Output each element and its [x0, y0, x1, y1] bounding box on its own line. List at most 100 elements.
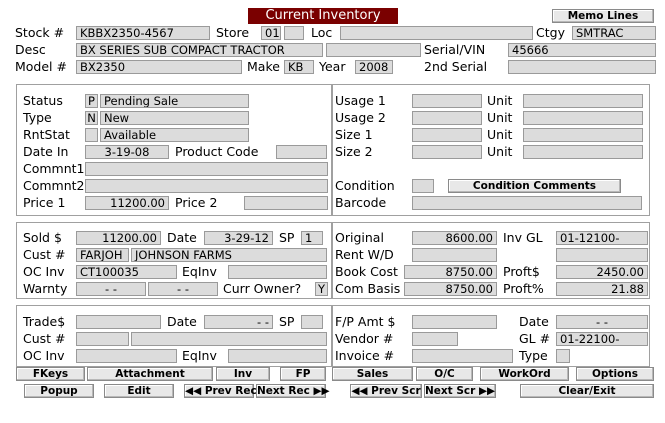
attachment-button[interactable]: Attachment — [87, 367, 213, 381]
trade-sp-field[interactable] — [301, 315, 323, 329]
model-field[interactable]: BX2350 — [76, 60, 242, 74]
usage1-unit-field[interactable] — [523, 94, 643, 108]
barcode-field[interactable] — [412, 196, 642, 210]
double-right-triangle-icon: ▶▶ — [313, 385, 330, 397]
rentwd-field[interactable] — [412, 248, 497, 262]
fp-type-field[interactable] — [556, 349, 570, 363]
cust-code-field[interactable]: FARJOH — [76, 248, 129, 262]
prev-rec-button[interactable]: ◀◀ Prev Rec — [184, 384, 257, 398]
fpamt-field[interactable] — [412, 315, 497, 329]
invoice-field[interactable] — [412, 349, 513, 363]
options-button[interactable]: Options — [576, 367, 654, 381]
make-field[interactable]: KB — [284, 60, 314, 74]
condition-comments-button[interactable]: Condition Comments — [448, 179, 621, 193]
sp-label: SP — [279, 230, 295, 245]
usage2-field[interactable] — [412, 111, 482, 125]
fp-type-label: Type — [519, 348, 548, 363]
usage2-unit-field[interactable] — [523, 111, 643, 125]
vendor-field[interactable] — [412, 332, 458, 346]
warnty-label: Warnty — [23, 281, 68, 296]
curr-owner-field[interactable]: Y — [315, 282, 328, 296]
datein-label: Date In — [23, 144, 69, 159]
profit-label: Proft$ — [503, 264, 540, 279]
price2-field[interactable] — [244, 196, 328, 210]
ctgy-field[interactable]: SMTRAC — [572, 26, 656, 40]
bookcost-field[interactable]: 8750.00 — [404, 265, 497, 279]
rntstat-field[interactable]: Available — [100, 128, 249, 142]
datein-field[interactable]: 3-19-08 — [85, 145, 169, 159]
rentwd-label: Rent W/D — [335, 247, 394, 262]
inv-button[interactable]: Inv — [216, 367, 270, 381]
usage1-unit-label: Unit — [487, 93, 513, 108]
status-field[interactable]: Pending Sale — [100, 94, 249, 108]
condition-field[interactable] — [412, 179, 434, 193]
trade-field[interactable] — [76, 315, 161, 329]
commnt1-field[interactable] — [85, 162, 328, 176]
price1-field[interactable]: 11200.00 — [85, 196, 169, 210]
fp-button[interactable]: FP — [280, 367, 326, 381]
sales-button[interactable]: Sales — [332, 367, 413, 381]
store-field[interactable]: 01 — [261, 26, 281, 40]
trade-cust-code-field[interactable] — [76, 332, 129, 346]
commnt1-label: Commnt1 — [23, 161, 85, 176]
invoice-label: Invoice # — [335, 348, 395, 363]
fp-date-field[interactable]: - - — [556, 315, 648, 329]
fkeys-button[interactable]: FKeys — [16, 367, 85, 381]
sold-field[interactable]: 11200.00 — [76, 231, 161, 245]
combasis-field[interactable]: 8750.00 — [404, 282, 497, 296]
size2-unit-field[interactable] — [523, 145, 643, 159]
desc-field[interactable]: BX SERIES SUB COMPACT TRACTOR — [76, 43, 323, 57]
price2-label: Price 2 — [175, 195, 218, 210]
trade-eqinv-label: EqInv — [182, 348, 217, 363]
year-field[interactable]: 2008 — [355, 60, 393, 74]
profit-field[interactable]: 2450.00 — [556, 265, 648, 279]
type-code-field[interactable]: N — [85, 111, 98, 125]
clear-exit-button[interactable]: Clear/Exit — [520, 384, 654, 398]
serial2-field[interactable] — [508, 60, 656, 74]
workord-button[interactable]: WorkOrd — [480, 367, 569, 381]
next-rec-button[interactable]: Next Rec ▶▶ — [256, 384, 330, 398]
oc-button[interactable]: O/C — [416, 367, 473, 381]
trade-date-field[interactable]: - - — [204, 315, 273, 329]
rntstat-code-field[interactable] — [85, 128, 98, 142]
loc-label: Loc — [311, 25, 333, 40]
edit-button[interactable]: Edit — [104, 384, 174, 398]
product-code-field[interactable] — [276, 145, 327, 159]
ocinv-field[interactable]: CT100035 — [76, 265, 177, 279]
trade-cust-name-field[interactable] — [131, 332, 327, 346]
size1-field[interactable] — [412, 128, 482, 142]
original-field[interactable]: 8600.00 — [412, 231, 497, 245]
loc-field[interactable] — [340, 26, 533, 40]
usage1-field[interactable] — [412, 94, 482, 108]
trade-eqinv-field[interactable] — [228, 349, 327, 363]
warnty-end-field[interactable]: - - — [148, 282, 218, 296]
trade-ocinv-field[interactable] — [76, 349, 177, 363]
stock-label: Stock # — [15, 25, 65, 40]
combasis-label: Com Basis — [335, 281, 401, 296]
profitpct-label: Proft% — [503, 281, 544, 296]
commnt2-field[interactable] — [85, 179, 328, 193]
popup-button[interactable]: Popup — [24, 384, 94, 398]
double-right-triangle-icon: ▶▶ — [478, 385, 496, 397]
invgl-field-2[interactable] — [556, 248, 648, 262]
serial-field[interactable]: 45666 — [508, 43, 656, 57]
desc-field-2[interactable] — [326, 43, 421, 57]
cust-name-field[interactable]: JOHNSON FARMS — [131, 248, 327, 262]
gl-field[interactable]: 01-22100- — [556, 332, 648, 346]
size1-unit-field[interactable] — [523, 128, 643, 142]
stock-field[interactable]: KBBX2350-4567 — [76, 26, 210, 40]
cust-label: Cust # — [23, 247, 66, 262]
sp-field[interactable]: 1 — [301, 231, 323, 245]
store-field-2[interactable] — [284, 26, 304, 40]
invgl-field[interactable]: 01-12100- — [556, 231, 648, 245]
memo-lines-button[interactable]: Memo Lines — [552, 9, 654, 23]
type-field[interactable]: New — [100, 111, 249, 125]
size2-field[interactable] — [412, 145, 482, 159]
warnty-start-field[interactable]: - - — [76, 282, 146, 296]
next-scr-button[interactable]: Next Scr ▶▶ — [424, 384, 496, 398]
eqinv-field[interactable] — [228, 265, 327, 279]
sold-date-field[interactable]: 3-29-12 — [204, 231, 273, 245]
status-code-field[interactable]: P — [85, 94, 98, 108]
prev-scr-button[interactable]: ◀◀ Prev Scr — [350, 384, 422, 398]
profitpct-field[interactable]: 21.88 — [556, 282, 648, 296]
